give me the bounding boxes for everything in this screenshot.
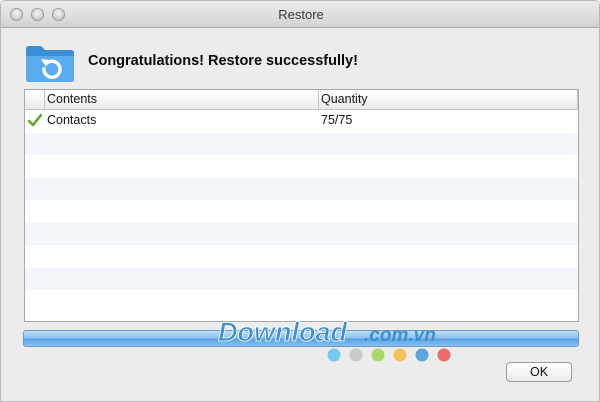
table-row [25, 200, 578, 223]
column-header-contents[interactable]: Contents [47, 92, 97, 106]
restore-results-table: Contents Quantity Contacts 75/75 [24, 89, 579, 322]
column-separator [318, 90, 319, 110]
table-body: Contacts 75/75 [25, 110, 578, 313]
table-row [25, 132, 578, 155]
column-separator [44, 90, 45, 110]
table-row [25, 155, 578, 178]
table-row[interactable]: Contacts 75/75 [25, 110, 578, 133]
check-icon [28, 114, 42, 127]
watermark-dots [327, 348, 451, 362]
table-row [25, 267, 578, 290]
table-row [25, 177, 578, 200]
restore-folder-icon [26, 46, 74, 82]
title-bar: Restore [1, 1, 599, 28]
row-contents: Contacts [47, 113, 97, 127]
table-row [25, 290, 578, 313]
success-heading: Congratulations! Restore successfully! [88, 53, 358, 69]
row-quantity: 75/75 [321, 113, 353, 127]
ok-button[interactable]: OK [506, 362, 572, 382]
table-row [25, 222, 578, 245]
column-header-quantity[interactable]: Quantity [321, 92, 368, 106]
table-header: Contents Quantity [25, 90, 578, 110]
table-row [25, 245, 578, 268]
svg-text:Download: Download [218, 317, 347, 347]
restore-window: Restore Congratulations! Restore success… [0, 0, 600, 402]
svg-text:.com.vn: .com.vn [364, 325, 436, 346]
download-watermark-logo: Download .com.vn [218, 317, 436, 348]
window-title: Restore [278, 7, 324, 22]
column-separator [577, 90, 578, 110]
